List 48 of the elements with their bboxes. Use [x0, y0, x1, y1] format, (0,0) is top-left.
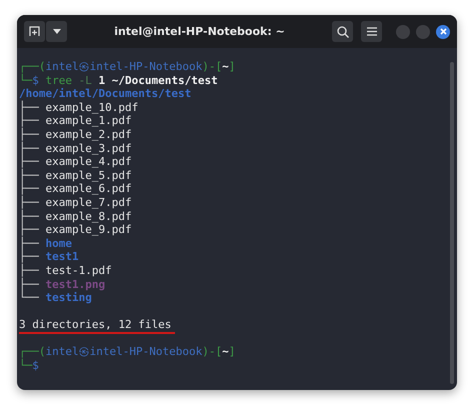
directory-name: home [46, 236, 72, 250]
file-name: test1.png [46, 278, 106, 290]
prompt-line: ┌──(intel㉿intel-HP-Notebook)-[~] [19, 60, 236, 73]
tree-branch: ├── [19, 250, 39, 264]
file-name: example_4.pdf [46, 155, 132, 168]
file-name: example_9.pdf [46, 223, 132, 236]
window-title: intel@intel-HP-Notebook: ~ [113, 25, 286, 38]
prompt-line: ┌──(intel㉿intel-HP-Notebook)-[~] [19, 345, 236, 358]
tree-branch: ├── [19, 278, 39, 290]
file-name: example_6.pdf [46, 182, 132, 196]
file-name: example_1.pdf [46, 114, 132, 128]
summary-text: 3 directories, 12 files [19, 319, 176, 334]
tree-branch: ├── [19, 236, 39, 250]
dropdown-button[interactable] [46, 21, 67, 42]
new-tab-icon [29, 26, 40, 37]
tree-branch: ├── [19, 196, 39, 209]
tree-branch: └── [19, 291, 39, 304]
directory-name: testing [46, 291, 92, 304]
file-name: example_8.pdf [46, 210, 132, 223]
close-icon [440, 28, 446, 35]
file-name: example_5.pdf [46, 168, 132, 182]
close-button[interactable] [436, 24, 450, 38]
tree-branch: ├── [19, 264, 39, 277]
command-line: └─$ tree -L 1 ~/Documents/test [19, 74, 218, 87]
menu-icon [366, 27, 376, 36]
tree-branch: ├── [19, 155, 39, 168]
directory-path: /home/intel/Documents/test [19, 87, 192, 100]
tree-branch: ├── [19, 168, 39, 182]
new-tab-button[interactable] [24, 21, 45, 42]
directory-name: test1 [46, 250, 79, 264]
file-name: example_3.pdf [46, 142, 132, 155]
tree-branch: ├── [19, 100, 39, 114]
file-name: example_7.pdf [46, 196, 132, 209]
tree-branch: ├── [19, 223, 39, 236]
file-name: example_2.pdf [46, 128, 132, 141]
tree-branch: ├── [19, 210, 39, 223]
file-name: example_10.pdf [46, 100, 138, 114]
tree-branch: ├── [19, 128, 39, 141]
search-button[interactable] [332, 21, 353, 42]
scrollbar[interactable] [450, 62, 454, 384]
menu-button[interactable] [361, 21, 382, 42]
command-line: └─$ [19, 359, 39, 372]
file-name: test-1.pdf [46, 264, 112, 277]
tree-branch: ├── [19, 142, 39, 155]
tree-branch: ├── [19, 114, 39, 128]
caret-icon [52, 29, 60, 34]
search-icon [336, 26, 348, 38]
tree-branch: ├── [19, 182, 39, 196]
